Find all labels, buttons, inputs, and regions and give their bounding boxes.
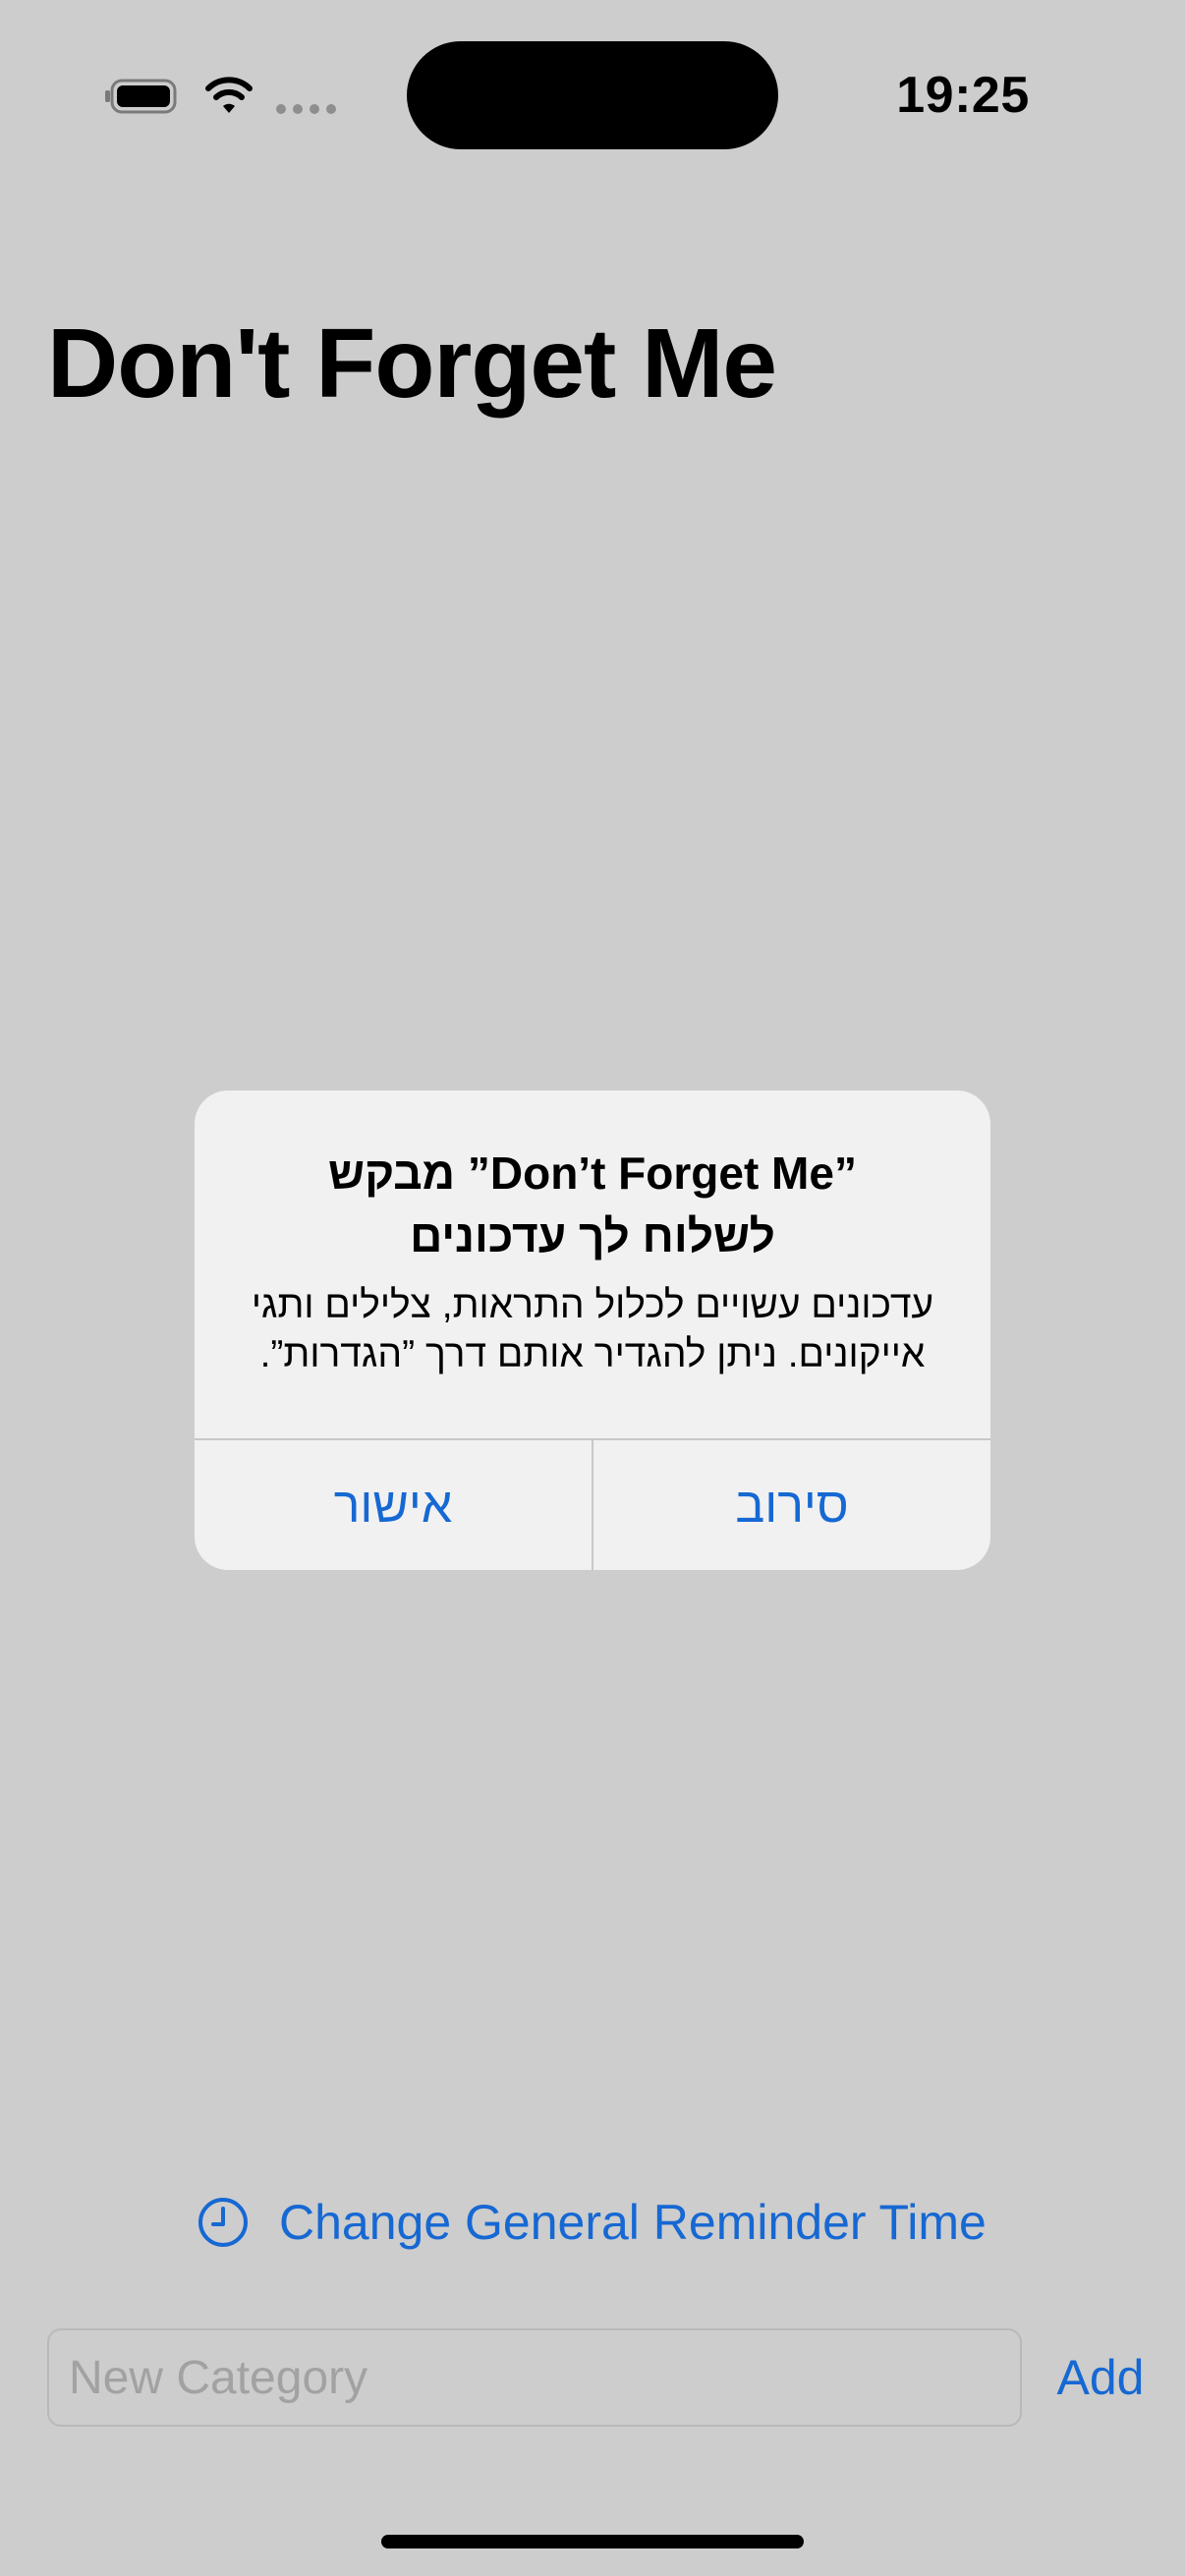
alert-message-line2: אייקונים. ניתן להגדיר אותם דרך ”הגדרות”. [259,1333,926,1375]
change-reminder-time-button[interactable]: Change General Reminder Time [197,2187,987,2258]
page-title: Don't Forget Me [47,308,777,419]
wifi-icon [205,77,253,113]
alert-message-line1: עדכונים עשויים לכלול התראות, צלילים ותגי [251,1284,934,1326]
new-category-input[interactable] [47,2328,1022,2427]
alert-message: עדכונים עשויים לכלול התראות, צלילים ותגי… [224,1281,961,1379]
deny-button[interactable]: סירוב [593,1440,990,1570]
clock-icon [198,2198,248,2247]
battery-icon [105,79,177,114]
status-bar: 19:25 [0,0,1185,149]
home-indicator[interactable] [381,2535,804,2548]
allow-button[interactable]: אישור [195,1440,592,1570]
dynamic-island [407,41,778,149]
status-time: 19:25 [896,67,1030,124]
alert-title-line1: ”Don’t Forget Me” מבקש [328,1148,857,1199]
alert-title-line2: לשלוח לך עדכונים [410,1210,775,1261]
notification-permission-alert: ”Don’t Forget Me” מבקש לשלוח לך עדכונים … [195,1091,990,1570]
change-reminder-time-label: Change General Reminder Time [279,2195,987,2250]
alert-title: ”Don’t Forget Me” מבקש לשלוח לך עדכונים [224,1142,961,1267]
add-category-button[interactable]: Add [1042,2328,1159,2427]
signal-icon [276,104,336,114]
